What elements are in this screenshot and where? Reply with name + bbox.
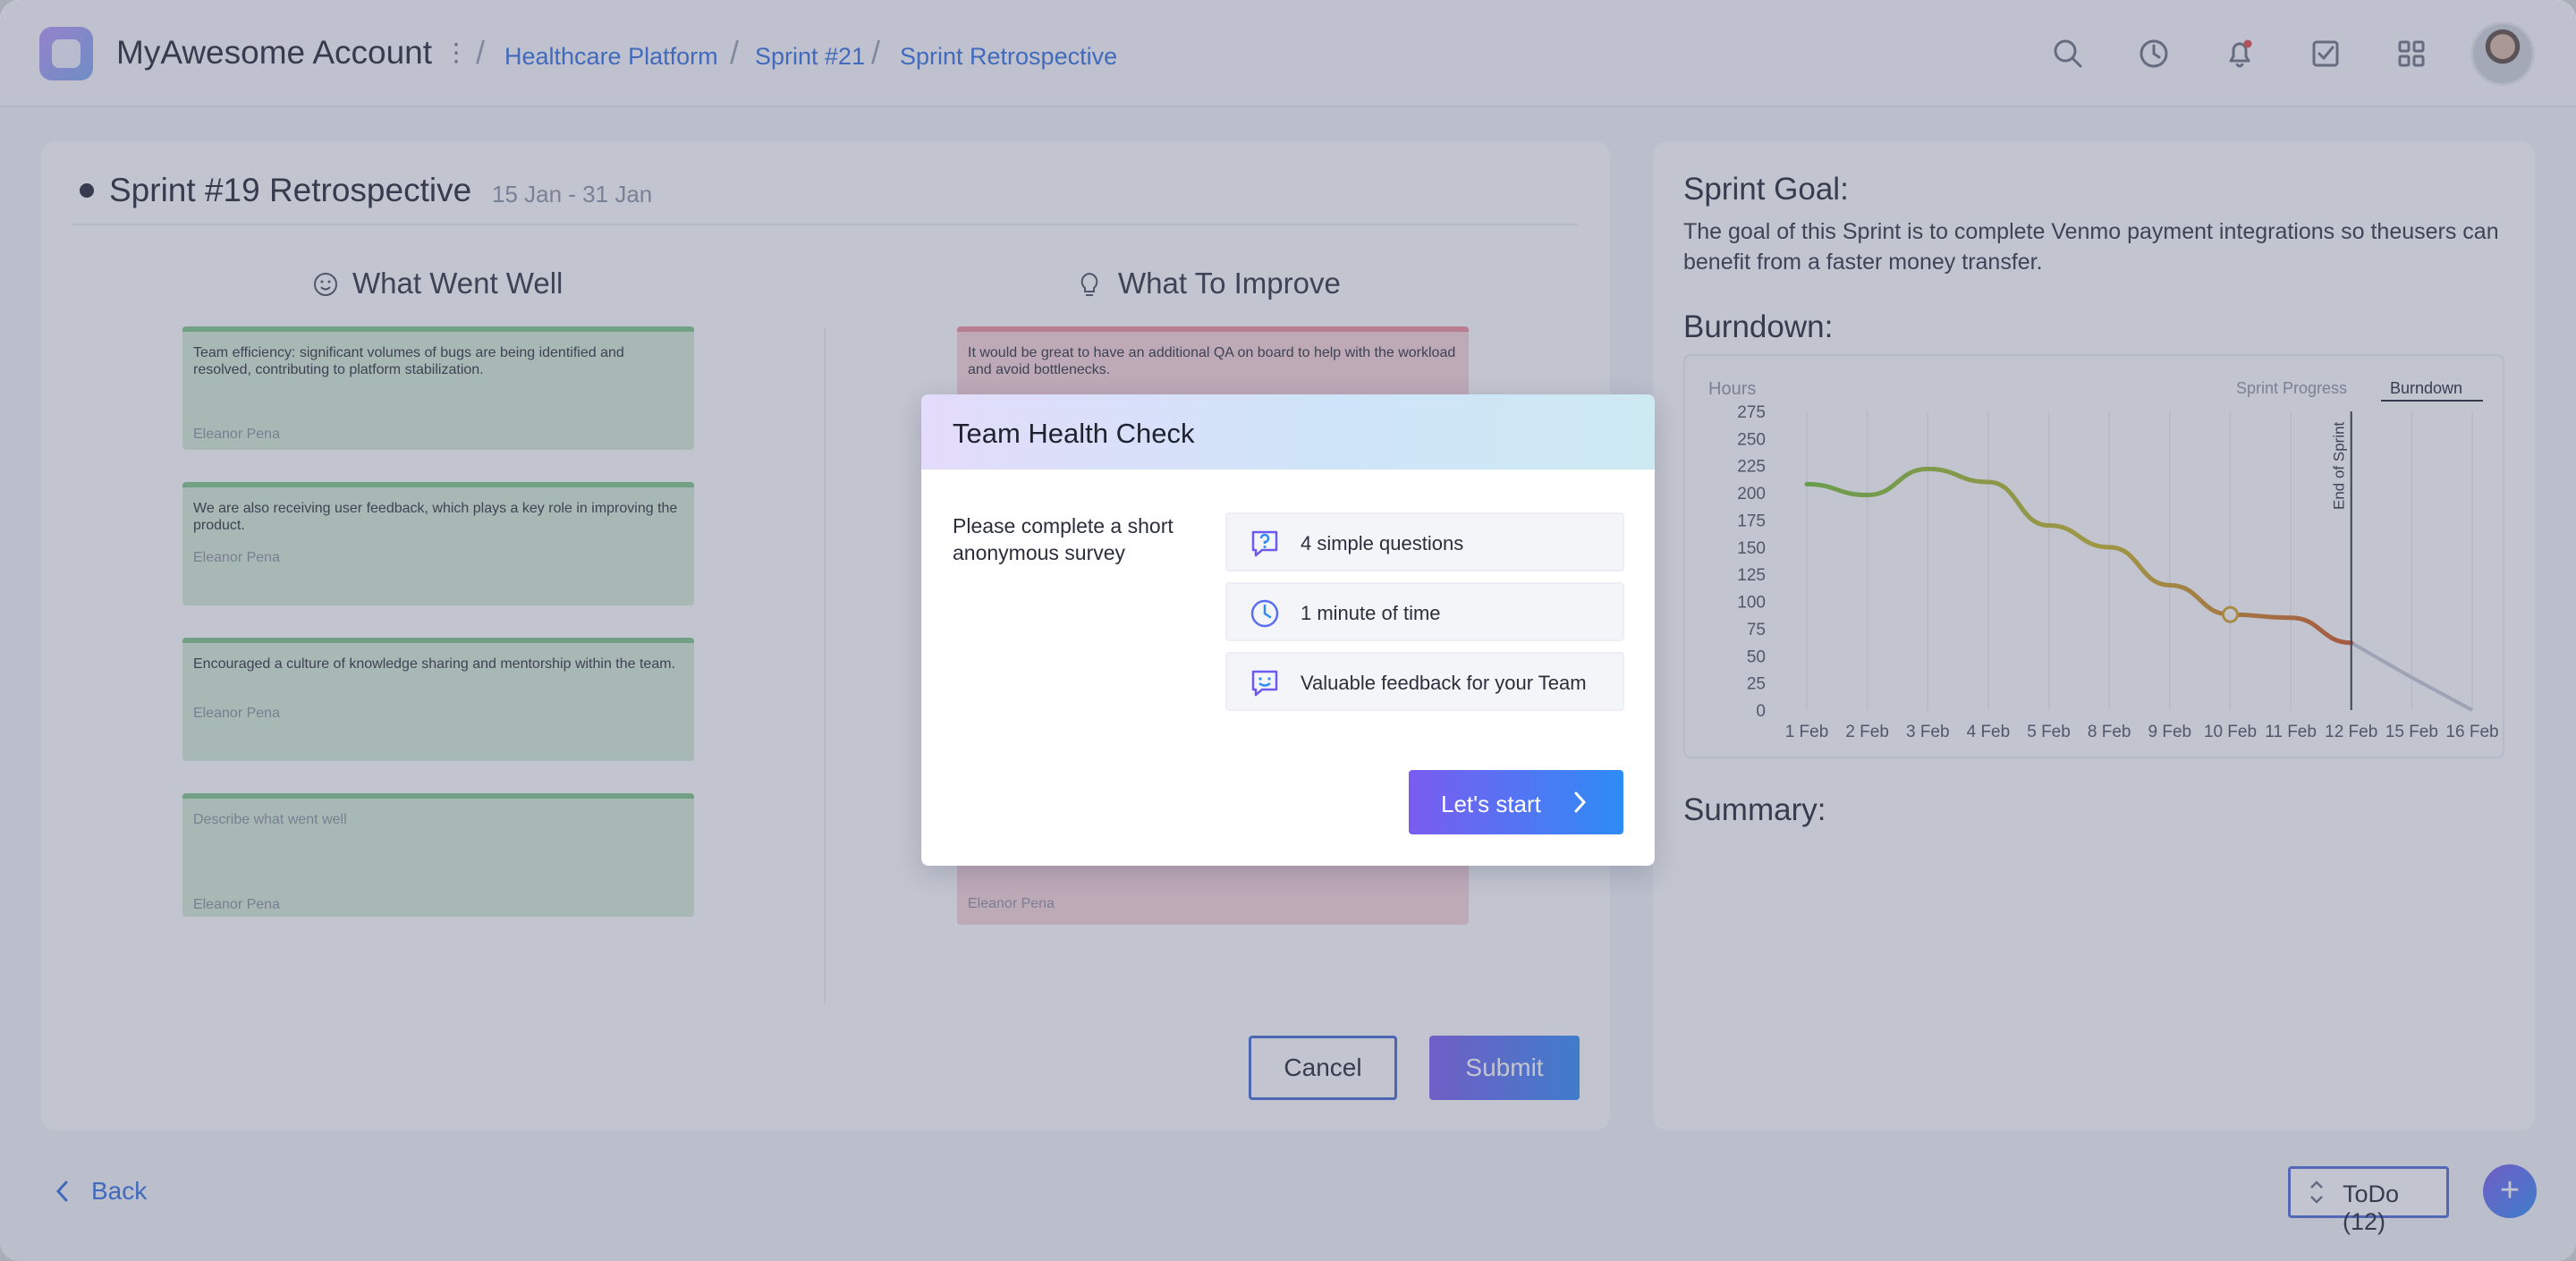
feature-label: 4 simple questions <box>1301 532 1464 554</box>
modal-description: Please complete a short anonymous survey <box>953 514 1174 564</box>
feature-item: 4 simple questions <box>1225 512 1624 571</box>
modal-header: Team Health Check <box>921 394 1655 470</box>
chevron-right-icon <box>1574 791 1587 813</box>
feature-item: 1 minute of time <box>1225 582 1624 641</box>
feature-label: Valuable feedback for your Team <box>1301 672 1587 694</box>
modal-title: Team Health Check <box>953 418 1195 449</box>
feature-item: Valuable feedback for your Team <box>1225 652 1624 711</box>
team-health-check-modal: Team Health Check Please complete a shor… <box>921 394 1655 866</box>
lets-start-button[interactable]: Let's start <box>1409 770 1623 834</box>
lets-start-label: Let's start <box>1441 791 1541 817</box>
smile-chat-icon <box>1251 670 1278 697</box>
feature-label: 1 minute of time <box>1301 602 1441 624</box>
question-chat-icon <box>1251 530 1278 557</box>
app-window: MyAwesome Account ⋮ / Healthcare Platfor… <box>0 0 2576 1261</box>
clock-icon <box>1250 599 1279 628</box>
